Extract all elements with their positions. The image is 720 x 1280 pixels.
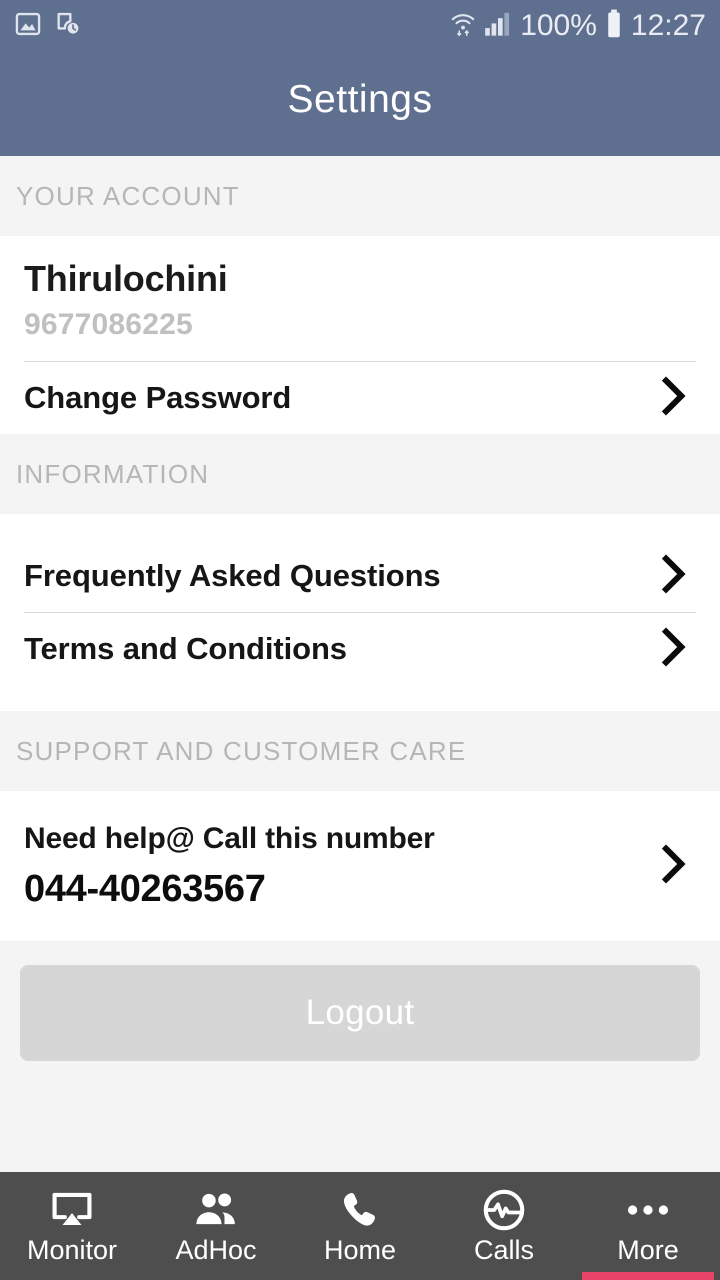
wifi-icon (450, 10, 476, 43)
nav-label: Monitor (26, 1234, 118, 1265)
support-phone-number: 044-40263567 (24, 867, 266, 910)
nav-item-monitor[interactable]: Monitor (0, 1172, 144, 1280)
bottom-navigation-bar: Monitor AdHoc Home Calls More (0, 1172, 720, 1280)
nav-label: More (617, 1234, 679, 1265)
card-bottom-spacer (0, 685, 720, 711)
nav-item-more[interactable]: More (576, 1172, 720, 1280)
row-change-password[interactable]: Change Password (0, 362, 720, 435)
image-icon (14, 10, 42, 43)
logout-button[interactable]: Logout (20, 965, 700, 1062)
row-label: Terms and Conditions (24, 631, 347, 667)
row-label: Change Password (24, 380, 292, 416)
chevron-right-icon (656, 553, 690, 600)
clock-label: 12:27 (630, 9, 706, 42)
section-header-information: INFORMATION (0, 434, 720, 515)
settings-content: YOUR ACCOUNT Thirulochini 9677086225 Cha… (0, 156, 720, 1117)
cast-screen-icon (51, 1189, 93, 1231)
section-header-support: SUPPORT AND CUSTOMER CARE (0, 711, 720, 792)
active-tab-indicator (582, 1272, 714, 1280)
nav-label: Calls (473, 1234, 534, 1265)
section-header-label: YOUR ACCOUNT (16, 180, 240, 211)
information-card: Frequently Asked Questions Terms and Con… (0, 514, 720, 712)
signal-bars-icon (484, 11, 512, 42)
page-title: Settings (287, 78, 433, 121)
card-top-spacer (0, 514, 720, 540)
logout-section: Logout (0, 941, 720, 1062)
app-bar: 100% 12:27 Settings (0, 0, 720, 156)
nav-item-home[interactable]: Home (288, 1172, 432, 1280)
nav-item-calls[interactable]: Calls (432, 1172, 576, 1280)
battery-percent-label: 100% (520, 9, 597, 42)
ellipsis-icon (627, 1189, 669, 1231)
settings-screen: 100% 12:27 Settings YOUR ACCOUNT Thirulo… (0, 0, 720, 1280)
account-name: Thirulochini (24, 258, 228, 299)
people-icon (194, 1189, 238, 1231)
chevron-right-icon (656, 626, 690, 673)
nav-label: Home (323, 1234, 397, 1265)
section-header-label: INFORMATION (16, 458, 210, 489)
chevron-right-icon (656, 843, 690, 890)
section-header-your-account: YOUR ACCOUNT (0, 156, 720, 236)
content-filler (0, 1116, 720, 1173)
status-bar: 100% 12:27 (0, 0, 720, 52)
account-phone: 9677086225 (24, 308, 193, 342)
nav-label: AdHoc (175, 1234, 257, 1265)
phone-clock-icon (54, 10, 82, 43)
row-terms-and-conditions[interactable]: Terms and Conditions (0, 613, 720, 686)
status-bar-right: 100% 12:27 (450, 9, 706, 44)
support-card: Need help@ Call this number 044-40263567 (0, 791, 720, 942)
support-text-stack: Need help@ Call this number 044-40263567 (24, 822, 435, 911)
battery-icon (605, 9, 623, 44)
phone-handset-icon (341, 1189, 379, 1231)
account-info: Thirulochini 9677086225 (0, 236, 720, 343)
status-bar-left (14, 10, 82, 43)
nav-item-adhoc[interactable]: AdHoc (144, 1172, 288, 1280)
chevron-right-icon (656, 375, 690, 422)
row-faq[interactable]: Frequently Asked Questions (0, 540, 720, 613)
section-header-label: SUPPORT AND CUSTOMER CARE (16, 735, 467, 766)
pulse-circle-icon (482, 1189, 526, 1231)
row-label: Frequently Asked Questions (24, 558, 441, 594)
account-card: Thirulochini 9677086225 Change Password (0, 236, 720, 435)
support-help-line: Need help@ Call this number (24, 821, 435, 855)
row-call-support[interactable]: Need help@ Call this number 044-40263567 (0, 791, 720, 942)
